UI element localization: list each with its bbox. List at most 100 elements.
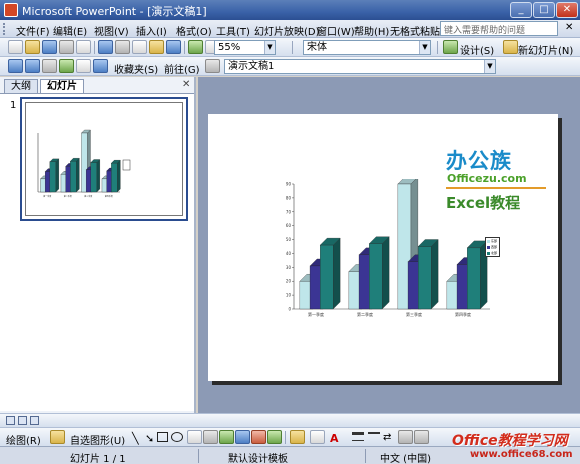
diagram-icon[interactable] xyxy=(235,430,250,444)
arrow-icon[interactable]: ➘ xyxy=(145,432,154,445)
line-color-icon[interactable] xyxy=(310,430,325,444)
picture-icon[interactable] xyxy=(267,430,282,444)
close-pane-icon[interactable]: ✕ xyxy=(182,79,190,90)
slideshow-view-icon[interactable] xyxy=(30,416,39,425)
3d-style-icon[interactable] xyxy=(414,430,429,444)
menu-file[interactable]: 文件(F) xyxy=(16,23,50,38)
draw-menu[interactable]: 绘图(R) xyxy=(6,432,41,447)
shadow-style-icon[interactable] xyxy=(398,430,413,444)
menu-format[interactable]: 格式(O) xyxy=(176,23,212,38)
site-watermark-url: www.office68.com xyxy=(470,449,573,460)
new-slide-icon[interactable] xyxy=(503,40,518,54)
view-buttons-bar xyxy=(0,413,580,427)
legend-label: 西部 xyxy=(491,245,498,249)
menu-window[interactable]: 窗口(W) xyxy=(317,23,355,38)
home-icon[interactable] xyxy=(76,59,91,73)
paste-icon[interactable] xyxy=(149,40,164,54)
menu-paste-plain[interactable]: 无格式粘贴 xyxy=(390,23,440,38)
bar xyxy=(320,244,334,310)
slide-sorter-icon[interactable] xyxy=(18,416,27,425)
cut-icon[interactable] xyxy=(115,40,130,54)
y-tick-label: 50 xyxy=(286,237,292,242)
normal-view-icon[interactable] xyxy=(6,416,15,425)
wordart-icon[interactable] xyxy=(219,430,234,444)
design-icon[interactable] xyxy=(443,40,458,54)
menu-insert[interactable]: 插入(I) xyxy=(136,23,167,38)
design-button[interactable]: 设计(S) xyxy=(460,42,494,57)
bar-side xyxy=(55,158,59,193)
tab-outline[interactable]: 大纲 xyxy=(4,79,38,93)
menu-tools[interactable]: 工具(T) xyxy=(216,23,250,38)
vertical-textbox-icon[interactable] xyxy=(203,430,218,444)
bar-side xyxy=(76,157,80,193)
maximize-button[interactable]: □ xyxy=(533,2,555,18)
minimize-button[interactable]: _ xyxy=(510,2,532,18)
new-slide-button[interactable]: 新幻灯片(N) xyxy=(518,42,573,57)
print-icon[interactable] xyxy=(76,40,91,54)
spelling-icon[interactable] xyxy=(98,40,113,54)
category-label: 第三季度 xyxy=(84,194,92,198)
copy-icon[interactable] xyxy=(132,40,147,54)
y-tick-label: 0 xyxy=(288,307,291,312)
column-chart[interactable]: 0 10 20 30 40 50 60 70 80 90 第一季度 第二季度 第三季度 第四季度 xyxy=(278,179,508,329)
oval-icon[interactable] xyxy=(171,432,183,442)
permission-icon[interactable] xyxy=(59,40,74,54)
stop-icon[interactable] xyxy=(42,59,57,73)
bar-side xyxy=(333,237,341,310)
new-icon[interactable] xyxy=(8,40,23,54)
powerpoint-app-icon[interactable] xyxy=(4,3,18,17)
rectangle-icon[interactable] xyxy=(157,432,168,442)
save-icon[interactable] xyxy=(42,40,57,54)
font-select[interactable]: 宋体 ▼ xyxy=(303,40,431,55)
close-doc-icon[interactable]: ✕ xyxy=(565,22,573,33)
thumbnail-canvas: 第一季度 第二季度 第三季度 第四季度 xyxy=(25,102,183,216)
autoshapes-menu[interactable]: 自选图形(U) xyxy=(70,432,125,447)
menu-view[interactable]: 视图(V) xyxy=(94,23,129,38)
bar-side xyxy=(382,236,390,310)
y-tick-label: 20 xyxy=(286,279,292,284)
chart-legend[interactable]: 东部 西部 北部 xyxy=(485,237,500,257)
select-objects-icon[interactable] xyxy=(50,430,65,444)
category-label: 第三季度 xyxy=(406,311,422,317)
open-icon[interactable] xyxy=(25,40,40,54)
address-input[interactable]: 演示文稿1 ▼ xyxy=(224,59,496,74)
slide-thumbnail[interactable]: 第一季度 第二季度 第三季度 第四季度 xyxy=(20,97,188,221)
y-tick-label: 90 xyxy=(286,182,292,187)
clipart-icon[interactable] xyxy=(251,430,266,444)
bar xyxy=(467,247,481,310)
title-bar: Microsoft PowerPoint - [演示文稿1] _ □ ✕ xyxy=(0,0,580,20)
menu-help[interactable]: 帮助(H) xyxy=(354,23,389,38)
legend-item: 东部 xyxy=(487,239,499,244)
slide-canvas[interactable]: 办公族 Officezu.com Excel教程 0 10 20 30 40 50 60 70… xyxy=(208,114,558,381)
help-search-input[interactable]: 键入需要帮助的问题 xyxy=(440,21,558,36)
back-icon[interactable] xyxy=(8,59,23,73)
menu-grip-icon[interactable] xyxy=(3,23,6,35)
dash-style-icon[interactable] xyxy=(368,432,380,441)
menu-edit[interactable]: 编辑(E) xyxy=(53,23,87,38)
zoom-select[interactable]: 55% ▼ xyxy=(214,40,276,55)
category-label: 第二季度 xyxy=(357,311,373,317)
show-only-web-toolbar-icon[interactable] xyxy=(205,59,220,73)
line-style-icon[interactable] xyxy=(352,432,364,441)
y-tick-label: 30 xyxy=(286,265,292,270)
font-color-icon[interactable]: A xyxy=(330,432,339,445)
textbox-icon[interactable] xyxy=(187,430,202,444)
forward-icon[interactable] xyxy=(25,59,40,73)
undo-icon[interactable] xyxy=(166,40,181,54)
tab-slides[interactable]: 幻灯片 xyxy=(40,79,84,93)
go-menu[interactable]: 前往(G) xyxy=(164,61,200,76)
close-button[interactable]: ✕ xyxy=(556,2,578,18)
search-web-icon[interactable] xyxy=(93,59,108,73)
favorites-menu[interactable]: 收藏夹(S) xyxy=(114,61,158,76)
refresh-icon[interactable] xyxy=(59,59,74,73)
thumb-legend xyxy=(122,159,131,171)
category-label: 第一季度 xyxy=(308,311,324,317)
bar xyxy=(70,161,77,193)
line-icon[interactable]: ╲ xyxy=(132,432,139,445)
arrow-style-icon[interactable]: ⇄ xyxy=(383,432,391,443)
y-tick-label: 70 xyxy=(286,209,292,214)
fill-color-icon[interactable] xyxy=(290,430,305,444)
menu-slideshow[interactable]: 幻灯片放映(D) xyxy=(254,23,320,38)
chevron-down-icon: ▼ xyxy=(264,41,275,54)
insert-chart-icon[interactable] xyxy=(188,40,203,54)
